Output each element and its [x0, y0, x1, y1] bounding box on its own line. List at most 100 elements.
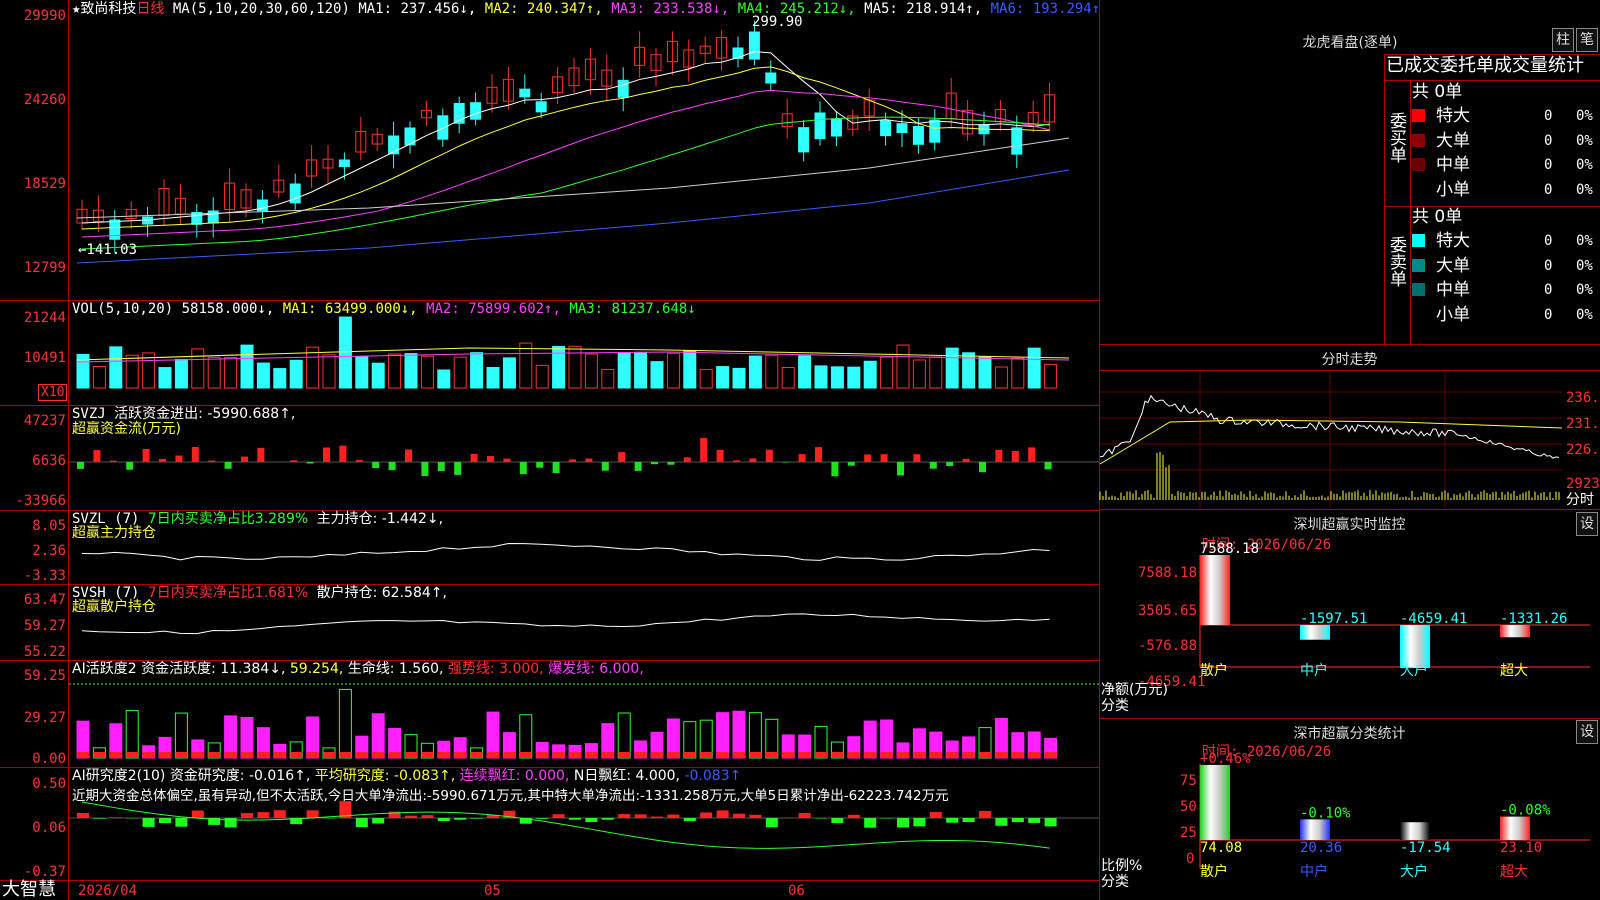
- candlestick-chart[interactable]: [69, 18, 1099, 300]
- intraday-chart[interactable]: [1099, 372, 1563, 508]
- volume-bar: [371, 362, 385, 389]
- activity-chart[interactable]: [69, 676, 1099, 764]
- sell-row-pct-3: 0%: [1576, 306, 1593, 323]
- stock-name[interactable]: 致尚科技: [80, 1, 136, 17]
- flow-bar: [667, 462, 675, 465]
- volume-bar: [798, 355, 812, 389]
- fund-flow-chart[interactable]: [69, 420, 1099, 505]
- period-label[interactable]: 日线: [136, 1, 164, 17]
- bar-散户: [1200, 555, 1230, 625]
- activity-base-bar: [159, 752, 171, 758]
- flow-bar: [552, 462, 560, 474]
- flow-bar: [126, 462, 134, 470]
- value-label-散户: 7588.18: [1200, 541, 1259, 557]
- research-bar: [634, 814, 647, 818]
- activity-base-bar: [847, 752, 860, 758]
- intraday-axis-4: 2923: [1566, 476, 1600, 492]
- activity-base-bar: [503, 752, 516, 758]
- svzj-axis-2: 6636: [32, 453, 66, 469]
- volume-bar: [191, 348, 205, 389]
- candle-body: [929, 119, 941, 143]
- buy-row-value-3: 0: [1544, 181, 1553, 198]
- tick-mode-button[interactable]: 笔: [1576, 28, 1598, 52]
- volume-bar: [535, 364, 549, 389]
- ratio-bar-chart[interactable]: +0.46% 74.08 散户 -0.10% 20.36 中户 -17.54 大户 -0.08%…: [1199, 751, 1590, 900]
- activity-bar: [240, 717, 254, 759]
- activity-base-bar: [700, 752, 713, 758]
- ma3-line: [81, 89, 1050, 238]
- research-bar: [569, 818, 581, 820]
- bar-mode-button[interactable]: 柱: [1552, 28, 1574, 52]
- sell-row-value-1: 0: [1544, 257, 1553, 274]
- buy-total: 共 0单: [1412, 82, 1463, 102]
- vol-axis-2: 10491: [23, 350, 66, 366]
- ai1-strong-line: 强势线: 3.000,: [447, 661, 544, 677]
- ma3-value: MA3: 233.538↓,: [611, 1, 730, 17]
- research-bar: [897, 818, 909, 828]
- flow-bar: [995, 449, 1003, 462]
- retail-holding-chart[interactable]: [69, 600, 1099, 658]
- activity-bar: [617, 712, 631, 759]
- candle-body: [748, 31, 760, 60]
- flow-bar: [798, 454, 806, 462]
- classify-settings-button[interactable]: 设: [1576, 720, 1598, 744]
- activity-base-bar: [995, 752, 1008, 758]
- activity-base-bar: [634, 752, 647, 758]
- vol-unit-badge[interactable]: X10: [38, 384, 68, 401]
- activity-base-bar: [897, 752, 909, 758]
- volume-bar: [289, 359, 303, 389]
- research-bar: [536, 818, 549, 819]
- sell-swatch-3: [1412, 307, 1425, 321]
- research-bar: [159, 818, 171, 824]
- value-bottom-中户: 20.36: [1300, 840, 1342, 856]
- flow-bar: [109, 460, 117, 462]
- ai2-continuous-red: 连续飘红: 0.000,: [459, 768, 570, 784]
- activity-base-bar: [536, 752, 549, 758]
- research-bar: [618, 814, 631, 818]
- research-bar: [601, 818, 614, 820]
- volume-bar: [1011, 357, 1025, 389]
- activity-base-bar: [765, 752, 778, 758]
- research-bar: [700, 812, 713, 818]
- ai1-burst-line: 爆发线: 6.000,: [548, 661, 644, 677]
- sell-swatch-1: [1412, 258, 1425, 272]
- main-force-holding-chart[interactable]: [69, 528, 1099, 583]
- category-大户: 大户: [1400, 662, 1428, 679]
- volume-bar: [912, 359, 926, 389]
- activity-base-bar: [77, 752, 89, 758]
- classify-ylabel: 比例%: [1101, 858, 1143, 874]
- monitor-axis-1: 7588.18: [1138, 565, 1198, 581]
- vol-axis-1: 21244: [23, 310, 66, 326]
- candle-body: [519, 88, 531, 98]
- lhb-title: 龙虎看盘(逐单): [1302, 35, 1398, 51]
- buy-swatch-1: [1412, 133, 1425, 147]
- ma5-line: [76, 137, 1070, 219]
- ai2-axis-3: -0.37: [23, 864, 66, 880]
- flow-bar: [569, 459, 576, 462]
- volume-chart[interactable]: [69, 316, 1099, 404]
- flow-bar: [519, 462, 527, 475]
- flow-bar: [864, 454, 872, 462]
- research-chart[interactable]: [69, 800, 1099, 878]
- flow-bar: [634, 462, 642, 471]
- intraday-axis-2: 231.4: [1566, 416, 1600, 432]
- date-axis-1: 2026/04: [78, 883, 138, 899]
- value-bottom-散户: 74.08: [1200, 840, 1242, 856]
- activity-base-bar: [323, 752, 335, 758]
- activity-base-bar: [585, 752, 598, 758]
- activity-base-bar: [454, 752, 467, 758]
- activity-base-bar: [913, 752, 926, 758]
- net-amount-bar-chart[interactable]: 7588.18 散户 -1597.51 中户 -4659.41 大户 -1331.26 超大: [1199, 541, 1590, 720]
- monitor-settings-button[interactable]: 设: [1576, 512, 1598, 536]
- research-bar: [93, 818, 106, 819]
- buy-swatch-2: [1412, 158, 1425, 171]
- flow-bar: [815, 447, 822, 462]
- flow-bar: [159, 458, 166, 462]
- flow-bar: [880, 454, 888, 462]
- flow-bar: [733, 460, 740, 462]
- research-bar: [142, 818, 155, 827]
- volume-bar: [699, 369, 713, 389]
- activity-bar: [519, 714, 533, 759]
- buy-row-pct-3: 0%: [1576, 181, 1593, 198]
- lhb-tab-header[interactable]: 已成交委托单成交量统计: [1386, 56, 1584, 76]
